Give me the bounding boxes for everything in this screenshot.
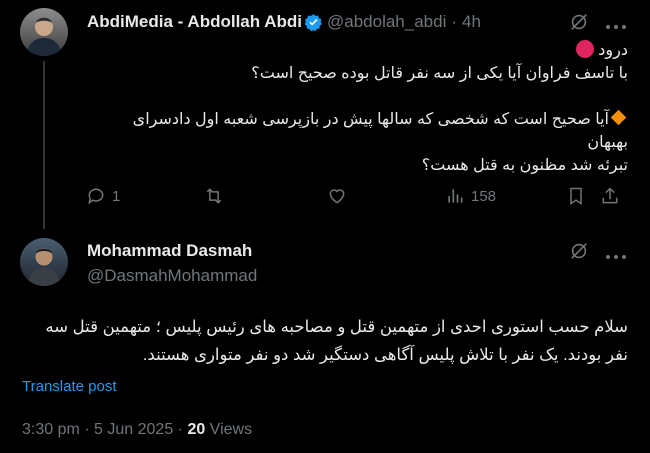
main-views-count: 20 <box>187 421 206 438</box>
reply-tweet-body: درود با تاسف فراوان آیا یکی از سه نفر قا… <box>88 39 628 177</box>
thread-connector-line <box>43 61 45 229</box>
reply-line-3: آیا صحیح است که شخصی که سالها پیش در باز… <box>132 111 628 151</box>
main-tweet-header: Mohammad Dasmah @DasmahMohammad <box>87 241 257 286</box>
main-display-name[interactable]: Mohammad Dasmah <box>87 241 257 261</box>
retweet-action[interactable] <box>204 186 230 206</box>
main-handle[interactable]: @DasmahMohammad <box>87 266 257 286</box>
reply-time[interactable]: 4h <box>462 12 481 32</box>
more-options-icon[interactable] <box>604 248 628 266</box>
verified-badge-icon <box>304 13 322 31</box>
more-options-icon[interactable] <box>604 18 628 36</box>
views-action[interactable]: 158 <box>445 186 496 206</box>
header-separator: · <box>451 12 458 31</box>
avatar-abdimedia[interactable] <box>20 8 68 56</box>
reply-count: 1 <box>112 187 121 205</box>
reply-display-name[interactable]: AbdiMedia - Abdollah Abdi <box>87 12 302 32</box>
reply-line-1: درود <box>598 42 628 59</box>
main-line-2: نفر بودند. یک نفر با تلاش پلیس آگاهی دست… <box>142 346 628 364</box>
bookmark-action[interactable] <box>566 186 586 206</box>
like-action[interactable] <box>327 186 353 206</box>
views-chart-icon <box>448 189 463 203</box>
reply-tweet-header: AbdiMedia - Abdollah Abdi @abdolah_abdi … <box>87 12 481 32</box>
reply-handle[interactable]: @abdolah_abdi <box>327 12 446 32</box>
avatar-person-icon <box>27 248 61 286</box>
grok-icon[interactable] <box>568 240 590 267</box>
avatar-mohammad-dasmah[interactable] <box>20 238 68 286</box>
reply-line-2: با تاسف فراوان آیا یکی از سه نفر قاتل بو… <box>251 65 628 82</box>
avatar-person-icon <box>26 17 62 56</box>
main-tweet-body: سلام حسب استوری احدی از متهمین قتل و مصا… <box>18 313 628 369</box>
reply-action[interactable]: 1 <box>86 186 120 206</box>
orange-diamond-emoji-icon <box>610 109 627 126</box>
share-icon <box>602 187 618 204</box>
red-circle-emoji-icon <box>575 40 594 58</box>
views-label: Views <box>205 421 253 438</box>
retweet-icon <box>206 188 222 204</box>
bookmark-icon <box>570 187 582 205</box>
tweet-meta: 3:30 pm · 5 Jun 2025 · 20 Views <box>22 421 252 439</box>
heart-icon <box>329 189 345 204</box>
views-count: 158 <box>471 187 497 205</box>
grok-icon[interactable] <box>568 11 590 38</box>
timestamp[interactable]: 3:30 pm · 5 Jun 2025 · <box>22 421 187 438</box>
reply-icon <box>88 188 104 205</box>
share-action[interactable] <box>600 186 620 206</box>
reply-line-4: تبرئه شد مظنون به قتل هست؟ <box>421 157 628 174</box>
translate-post-link[interactable]: Translate post <box>22 378 117 395</box>
main-line-1: سلام حسب استوری احدی از متهمین قتل و مصا… <box>45 318 628 336</box>
